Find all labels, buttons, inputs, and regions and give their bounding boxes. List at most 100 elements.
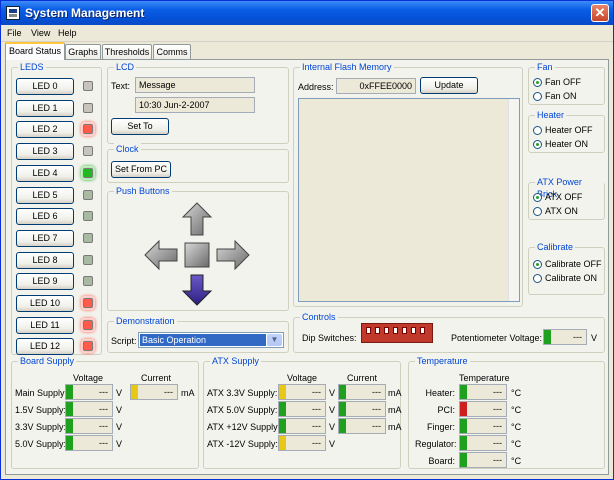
led-indicator-5 (83, 189, 93, 200)
script-select[interactable]: Basic Operation ▼ (138, 332, 284, 348)
lcd-line1-field[interactable]: Message (135, 77, 255, 93)
temperature-row-label: Finger: (426, 422, 455, 432)
temperature-meter-bar (460, 419, 467, 433)
radio-icon (533, 207, 542, 217)
menu-file[interactable]: File (7, 28, 22, 38)
right-arrow-button[interactable] (216, 239, 250, 271)
address-field[interactable]: 0xFFEE0000 (336, 78, 416, 94)
led-indicator-10 (83, 298, 93, 308)
radio-icon (533, 92, 542, 102)
atx-voltage-meter-bar (279, 402, 286, 416)
led-button-7[interactable]: LED 7 (16, 229, 74, 247)
menu-bar: File View Help (1, 25, 613, 42)
atx-current-meter-bar (339, 419, 346, 433)
led-button-0[interactable]: LED 0 (16, 78, 74, 95)
heater-on-label: Heater ON (545, 139, 589, 149)
atx-row-label: ATX +12V Supply: (207, 422, 281, 432)
led-indicator-9 (83, 276, 93, 287)
board-current-unit: mA (181, 388, 195, 398)
title-bar[interactable]: System Management ✕ (1, 1, 613, 25)
tab-graphs[interactable]: Graphs (65, 44, 101, 60)
temperature-meter-bar (460, 402, 467, 416)
atx-voltage-meter-value: --- (312, 421, 321, 431)
tab-thresholds[interactable]: Thresholds (102, 44, 152, 60)
board-voltage-meter-bar (66, 436, 73, 450)
led-button-6[interactable]: LED 6 (16, 208, 74, 226)
led-button-8[interactable]: LED 8 (16, 251, 74, 269)
fan-off-radio[interactable]: Fan OFF (533, 77, 581, 88)
led-button-3[interactable]: LED 3 (16, 143, 74, 161)
led-indicator-2 (83, 124, 93, 135)
push-buttons-title: Push Buttons (114, 185, 172, 197)
potentiometer-unit: V (591, 333, 598, 343)
down-arrow-button[interactable] (181, 274, 213, 306)
led-button-2[interactable]: LED 2 (16, 121, 74, 139)
atx-row-label: ATX 5.0V Supply: (207, 405, 278, 415)
radio-icon (533, 126, 542, 136)
lcd-title: LCD (114, 61, 137, 73)
atx-on-radio[interactable]: ATX ON (533, 206, 578, 217)
led-button-1[interactable]: LED 1 (16, 99, 74, 117)
atx-current-header: Current (347, 373, 378, 383)
led-button-11[interactable]: LED 11 (16, 316, 74, 334)
atx-voltage-meter: --- (278, 401, 326, 417)
flash-memory-view[interactable] (298, 98, 520, 302)
board-voltage-meter-bar (66, 385, 73, 399)
temperature-meter-bar (460, 436, 467, 450)
led-indicator-7 (83, 232, 93, 243)
update-button[interactable]: Update (420, 77, 478, 94)
tab-board-status[interactable]: Board Status (5, 42, 65, 60)
temperature-unit: °C (511, 388, 522, 398)
led-button-12[interactable]: LED 12 (16, 338, 74, 356)
heater-off-radio[interactable]: Heater OFF (533, 125, 593, 136)
board-voltage-unit: V (116, 388, 123, 398)
menu-view[interactable]: View (31, 28, 50, 38)
potentiometer-meter: --- (543, 329, 587, 345)
temperature-meter-bar (460, 453, 467, 467)
temperature-header: Temperature (459, 373, 510, 383)
led-indicator-1 (83, 102, 93, 113)
flash-scrollbar[interactable] (508, 99, 519, 301)
atx-off-radio[interactable]: ATX OFF (533, 192, 582, 203)
board-voltage-meter: --- (65, 401, 113, 417)
atx-supply-title: ATX Supply (210, 355, 261, 367)
led-button-5[interactable]: LED 5 (16, 186, 74, 204)
temperature-row-label: PCI: (437, 405, 455, 415)
set-from-pc-button[interactable]: Set From PC (111, 161, 171, 178)
atx-voltage-meter-value: --- (312, 387, 321, 397)
led-indicator-3 (83, 146, 93, 157)
temperature-meter-bar (460, 385, 467, 399)
atx-voltage-meter: --- (278, 384, 326, 400)
lcd-line2-field[interactable]: 10:30 Jun-2-2007 (135, 97, 255, 113)
led-button-9[interactable]: LED 9 (16, 273, 74, 291)
dip-switches[interactable] (361, 323, 433, 343)
board-voltage-meter-bar (66, 419, 73, 433)
heater-on-radio[interactable]: Heater ON (533, 139, 589, 150)
board-row-label: 5.0V Supply: (15, 439, 67, 449)
calibrate-on-radio[interactable]: Calibrate ON (533, 273, 597, 284)
tab-comms[interactable]: Comms (153, 44, 191, 60)
potentiometer-value: --- (573, 332, 582, 342)
atx-current-meter-bar (339, 402, 346, 416)
up-arrow-button[interactable] (181, 202, 213, 236)
led-button-4[interactable]: LED 4 (16, 164, 74, 182)
chevron-down-icon[interactable]: ▼ (267, 334, 282, 346)
app-icon (6, 6, 20, 20)
temperature-unit: °C (511, 456, 522, 466)
temperature-title: Temperature (415, 355, 470, 367)
left-arrow-button[interactable] (144, 239, 178, 271)
lcd-set-button[interactable]: Set To (111, 118, 169, 135)
led-button-10[interactable]: LED 10 (16, 295, 74, 312)
board-voltage-meter: --- (65, 384, 113, 400)
close-button[interactable]: ✕ (591, 4, 609, 22)
atx-current-meter-value: --- (372, 421, 381, 431)
script-select-value: Basic Operation (140, 334, 266, 346)
radio-icon (533, 274, 542, 284)
menu-help[interactable]: Help (58, 28, 77, 38)
temperature-meter-value: --- (493, 387, 502, 397)
fan-on-radio[interactable]: Fan ON (533, 91, 577, 102)
center-button[interactable] (184, 242, 210, 268)
board-current-value: --- (164, 387, 173, 397)
calibrate-off-radio[interactable]: Calibrate OFF (533, 259, 602, 270)
direction-pad (144, 202, 250, 306)
